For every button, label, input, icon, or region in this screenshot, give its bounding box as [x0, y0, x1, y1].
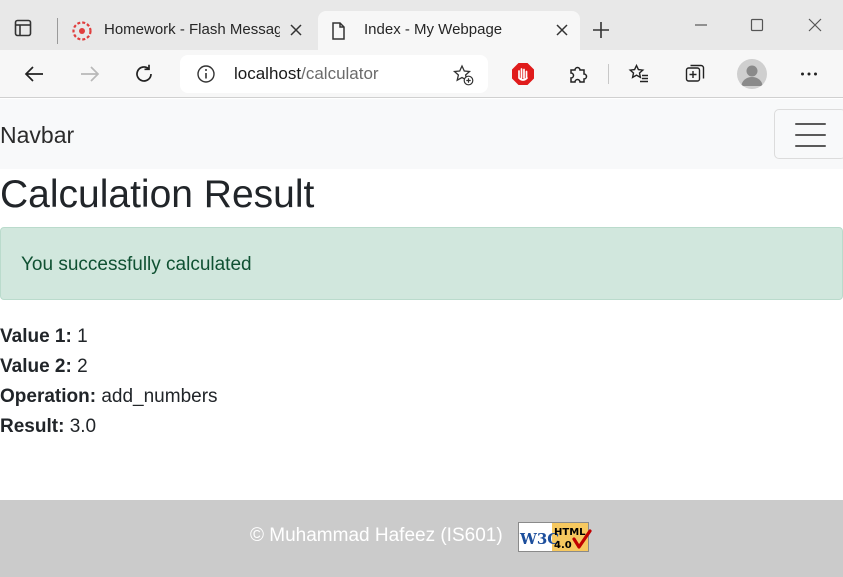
badge-html-text: HTML — [554, 527, 586, 538]
close-tab-icon[interactable] — [288, 22, 304, 38]
navbar-brand[interactable]: Navbar — [0, 121, 74, 149]
forward-arrow-icon[interactable] — [78, 62, 102, 86]
page-title: Calculation Result — [0, 173, 315, 216]
canvas-favicon-icon — [72, 21, 92, 41]
favorites-icon[interactable] — [627, 62, 651, 86]
result-value: add_numbers — [101, 386, 218, 407]
adblock-hand-icon[interactable] — [511, 62, 535, 86]
result-row-operation: Operation: add_numbers — [0, 383, 218, 413]
result-row-result: Result: 3.0 — [0, 413, 218, 443]
collections-icon[interactable] — [683, 62, 707, 86]
tab-homework[interactable]: Homework - Flash Messages — [62, 11, 314, 50]
tab-index[interactable]: Index - My Webpage — [318, 11, 580, 50]
result-label: Value 2: — [0, 356, 72, 377]
profile-avatar[interactable] — [737, 59, 767, 89]
more-options-icon[interactable] — [797, 62, 821, 86]
hamburger-icon — [795, 145, 826, 147]
footer-copyright: © Muhammad Hafeez (IS601) — [250, 525, 503, 546]
add-favorite-star-icon[interactable] — [452, 64, 474, 86]
tab-actions-icon[interactable] — [12, 17, 34, 39]
result-row-value1: Value 1: 1 — [0, 323, 218, 353]
result-value: 1 — [77, 326, 88, 347]
minimize-window-icon[interactable] — [692, 16, 710, 34]
result-value: 2 — [77, 356, 88, 377]
result-value: 3.0 — [69, 416, 97, 437]
site-info-icon[interactable] — [196, 64, 216, 84]
tab-title: Index - My Webpage — [364, 21, 503, 38]
result-label: Result: — [0, 416, 65, 437]
address-path: /calculator — [301, 64, 379, 83]
result-label: Operation: — [0, 386, 97, 407]
hamburger-icon — [795, 123, 826, 125]
result-list: Value 1: 1 Value 2: 2 Operation: add_num… — [0, 323, 218, 443]
document-icon — [328, 21, 348, 41]
maximize-window-icon[interactable] — [748, 16, 766, 34]
extensions-puzzle-icon[interactable] — [566, 62, 590, 86]
alert-message: You successfully calculated — [21, 254, 252, 275]
close-window-icon[interactable] — [806, 16, 824, 34]
toolbar-separator — [608, 64, 609, 84]
badge-version-text: 4.0 — [554, 540, 572, 551]
browser-toolbar: localhost/calculator — [0, 50, 843, 98]
close-tab-icon[interactable] — [554, 22, 570, 38]
address-bar[interactable]: localhost/calculator — [180, 55, 488, 93]
address-url: localhost/calculator — [234, 64, 379, 84]
tab-strip: Homework - Flash Messages Index - My Web… — [0, 0, 843, 50]
navbar: Navbar — [0, 99, 843, 169]
hamburger-icon — [795, 134, 826, 136]
new-tab-plus-icon[interactable] — [590, 19, 612, 41]
tab-separator — [57, 18, 58, 44]
w3c-html-badge[interactable]: W3C HTML 4.0 — [518, 522, 592, 553]
footer: © Muhammad Hafeez (IS601) W3C HTML 4.0 — [0, 500, 843, 577]
navbar-toggler-button[interactable] — [774, 109, 843, 159]
back-arrow-icon[interactable] — [22, 62, 46, 86]
result-label: Value 1: — [0, 326, 72, 347]
result-row-value2: Value 2: 2 — [0, 353, 218, 383]
reload-icon[interactable] — [132, 62, 156, 86]
tab-title: Homework - Flash Messages — [104, 21, 280, 38]
address-host: localhost — [234, 64, 302, 83]
success-alert: You successfully calculated — [0, 227, 843, 300]
